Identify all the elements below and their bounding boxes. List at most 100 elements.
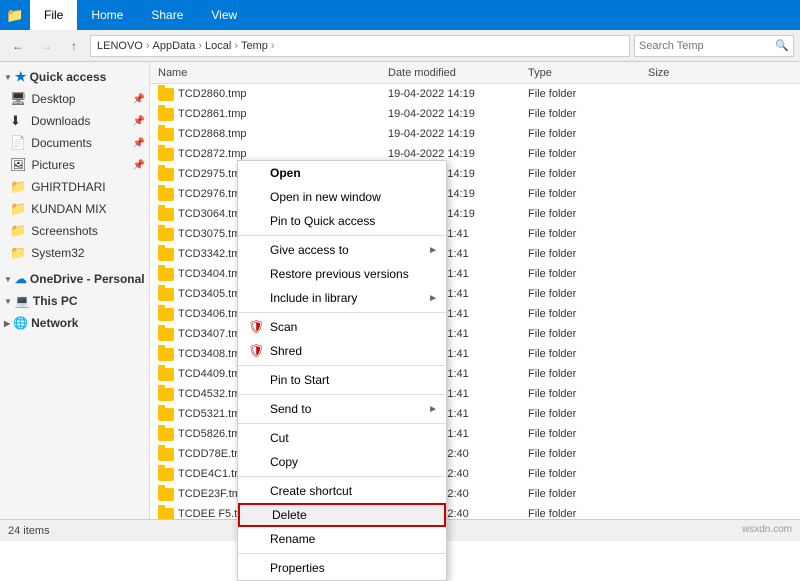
ctx-scan-label: Scan [270,320,436,334]
send-to-icon [248,401,264,417]
tab-share[interactable]: Share [137,0,197,30]
col-header-size[interactable]: Size [648,67,800,79]
search-box[interactable]: 🔍 [634,35,794,57]
file-type: File folder [528,268,648,280]
open-icon [248,165,264,181]
tab-home[interactable]: Home [77,0,137,30]
file-type: File folder [528,508,648,519]
address-path[interactable]: LENOVO › AppData › Local › Temp › [90,35,630,57]
col-header-type[interactable]: Type [528,67,648,79]
copy-icon [248,454,264,470]
file-type: File folder [528,248,648,260]
ctx-pin-start[interactable]: Pin to Start [238,368,446,392]
folder-icon [158,286,174,302]
sidebar-documents-label: Documents [31,136,92,150]
ctx-delete-label: Delete [272,508,434,522]
file-type: File folder [528,108,648,120]
ctx-library-label: Include in library [270,291,436,305]
ctx-include-library[interactable]: Include in library ► [238,286,446,310]
file-type: File folder [528,128,648,140]
thispc-header[interactable]: ▼ 💻 This PC [0,290,149,312]
network-header[interactable]: ▶ 🌐 Network [0,312,149,334]
network-label: Network [31,316,78,330]
ctx-send-to[interactable]: Send to ► [238,397,446,421]
sidebar-item-pictures[interactable]: 🖼 Pictures 📌 [0,154,149,176]
ctx-properties-label: Properties [270,561,436,575]
downloads-icon: ⬇ [10,113,26,129]
ctx-divider-3 [238,365,446,366]
ctx-open-new-window[interactable]: Open in new window [238,185,446,209]
ctx-delete[interactable]: Delete [238,503,446,527]
shortcut-icon [248,483,264,499]
ctx-restore-versions[interactable]: Restore previous versions [238,262,446,286]
sidebar-item-system32[interactable]: 📁 System32 [0,242,149,264]
screenshots-icon: 📁 [10,223,26,239]
tab-file[interactable]: File [30,0,77,30]
folder-icon [158,446,174,462]
network-icon: 🌐 [13,316,28,330]
open-new-window-icon [248,189,264,205]
search-icon: 🔍 [775,39,789,52]
col-header-name[interactable]: Name [158,67,388,79]
quick-access-label: Quick access [30,70,107,84]
documents-icon: 📄 [10,135,26,151]
sidebar-item-kundan[interactable]: 📁 KUNDAN MIX [0,198,149,220]
sidebar-item-downloads[interactable]: ⬇ Downloads 📌 [0,110,149,132]
search-input[interactable] [639,40,775,52]
downloads-pin: 📌 [133,116,145,127]
file-name: TCD2860.tmp [178,88,388,100]
file-type: File folder [528,308,648,320]
sidebar-system32-label: System32 [31,246,84,260]
sidebar-item-screenshots[interactable]: 📁 Screenshots [0,220,149,242]
folder-icon [158,166,174,182]
ctx-scan[interactable]: 🛡 Scan [238,315,446,339]
sidebar-item-ghirtdhari[interactable]: 📁 GHIRTDHARI [0,176,149,198]
table-row[interactable]: TCD2861.tmp 19-04-2022 14:19 File folder [150,104,800,124]
app-icon: 📁 [0,0,30,30]
ctx-divider-6 [238,476,446,477]
send-to-arrow: ► [428,404,438,415]
file-type: File folder [528,328,648,340]
quick-access-chevron: ▼ [4,73,12,82]
up-button[interactable]: ↑ [62,34,86,58]
ctx-rename[interactable]: Rename [238,527,446,551]
folder-icon [158,466,174,482]
sidebar-item-documents[interactable]: 📄 Documents 📌 [0,132,149,154]
sidebar-screenshots-label: Screenshots [31,224,98,238]
ctx-divider-1 [238,235,446,236]
folder-icon [158,506,174,519]
folder-icon [158,146,174,162]
col-header-date[interactable]: Date modified [388,67,528,79]
ctx-create-shortcut-label: Create shortcut [270,484,436,498]
ctx-divider-7 [238,553,446,554]
folder-icon [158,426,174,442]
ctx-open[interactable]: Open [238,161,446,185]
ctx-create-shortcut[interactable]: Create shortcut [238,479,446,503]
ctx-pin-quick-access[interactable]: Pin to Quick access [238,209,446,233]
ctx-cut[interactable]: Cut [238,426,446,450]
ctx-give-access[interactable]: Give access to ► [238,238,446,262]
quick-access-header[interactable]: ▼ ★ Quick access [0,66,149,88]
file-date: 19-04-2022 14:19 [388,148,528,160]
desktop-icon: 🖥 [10,91,27,107]
ctx-shred[interactable]: 🛡 Shred [238,339,446,363]
folder-icon [158,106,174,122]
ctx-rename-label: Rename [270,532,436,546]
folder-icon [158,86,174,102]
network-chevron: ▶ [4,319,10,328]
tab-view[interactable]: View [197,0,251,30]
folder-icon [158,246,174,262]
folder-icon [158,126,174,142]
ctx-copy[interactable]: Copy [238,450,446,474]
context-menu: Open Open in new window Pin to Quick acc… [237,160,447,581]
ctx-properties[interactable]: Properties [238,556,446,580]
sidebar-item-desktop[interactable]: 🖥 Desktop 📌 [0,88,149,110]
back-button[interactable]: ← [6,34,30,58]
ctx-shred-label: Shred [270,344,436,358]
forward-button[interactable]: → [34,34,58,58]
onedrive-header[interactable]: ▼ ☁ OneDrive - Personal [0,268,149,290]
watermark: wsxdn.com [742,524,792,535]
table-row[interactable]: TCD2868.tmp 19-04-2022 14:19 File folder [150,124,800,144]
ctx-divider-4 [238,394,446,395]
table-row[interactable]: TCD2860.tmp 19-04-2022 14:19 File folder [150,84,800,104]
